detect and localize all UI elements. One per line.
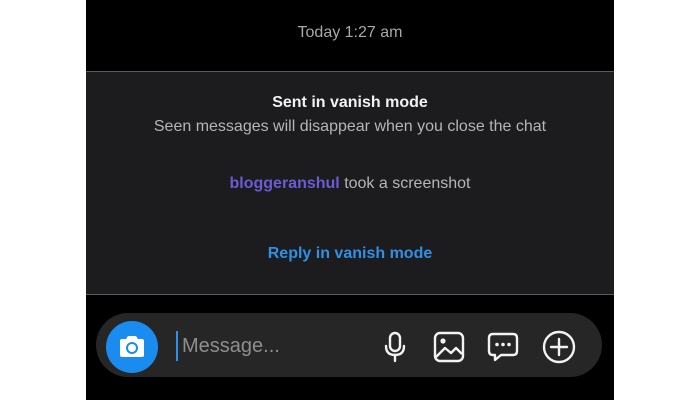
microphone-icon [384, 331, 406, 363]
chat-screen: Today 1:27 am Sent in vanish mode Seen m… [86, 0, 614, 400]
plus-icon [542, 330, 576, 364]
add-button[interactable] [542, 330, 576, 364]
vanish-mode-title: Sent in vanish mode [272, 94, 428, 111]
sticker-button[interactable] [486, 330, 520, 364]
gallery-button[interactable] [432, 330, 466, 364]
vanish-mode-panel: Sent in vanish mode Seen messages will d… [86, 71, 614, 295]
message-input[interactable] [176, 331, 372, 361]
sticker-icon [487, 332, 519, 362]
camera-button[interactable] [106, 321, 158, 373]
screenshot-username[interactable]: bloggeranshul [230, 175, 340, 192]
message-composer [96, 313, 602, 377]
vanish-mode-subtitle: Seen messages will disappear when you cl… [153, 118, 547, 135]
message-timestamp: Today 1:27 am [297, 24, 403, 41]
gallery-icon [433, 331, 465, 363]
screenshot-notice-text: took a screenshot [344, 175, 471, 192]
camera-icon [120, 336, 144, 357]
reply-in-vanish-mode-button[interactable]: Reply in vanish mode [86, 245, 614, 263]
voice-message-button[interactable] [378, 330, 412, 364]
screenshot-notice: bloggeranshul took a screenshot [86, 175, 614, 193]
